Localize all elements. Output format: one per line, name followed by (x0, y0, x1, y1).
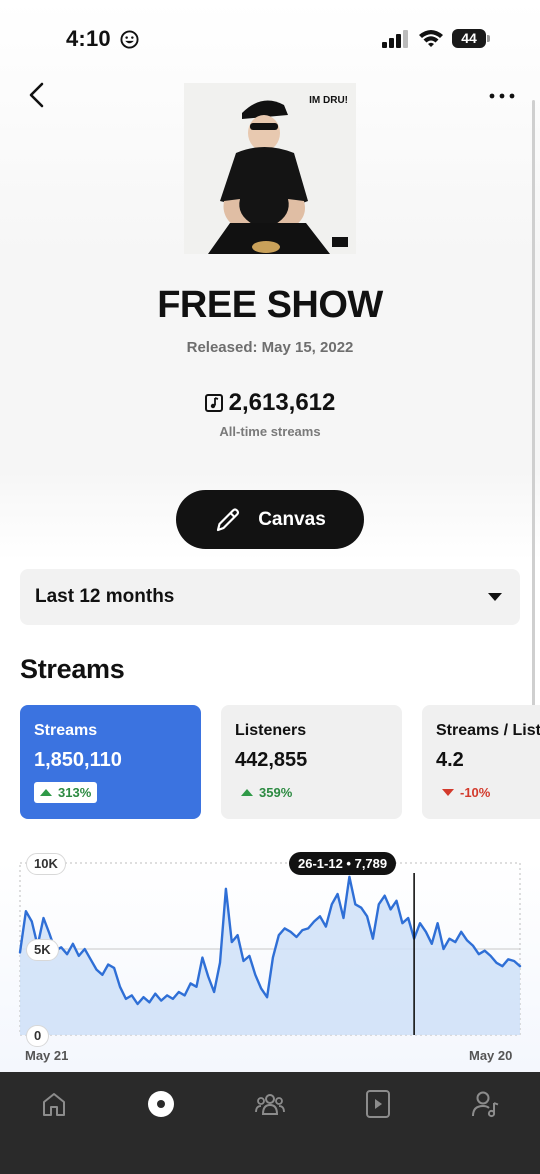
profile-music-icon (472, 1091, 499, 1118)
metric-change-badge: 359% (235, 782, 298, 803)
y-tick-label: 0 (26, 1025, 50, 1047)
metric-value: 442,855 (235, 749, 308, 771)
back-button[interactable] (20, 78, 52, 112)
metric-title: Listeners (235, 722, 307, 739)
chart-tooltip: 26-1-12 • 7,789 (289, 852, 397, 875)
tab-music[interactable] (141, 1086, 181, 1122)
status-bar: 4:10 44 (0, 0, 540, 70)
status-time: 4:10 (66, 26, 111, 51)
song-stats-screen: 4:10 44 IM DRU! FREE SHOW Released: May … (0, 0, 540, 1174)
metric-card-streams[interactable]: Streams 1,850,110 313% (20, 705, 201, 819)
streams-chart[interactable]: 10K 5K 0 May 21 May 20 26-1-12 • 7,789 (0, 845, 540, 1070)
battery-level: 44 (461, 30, 477, 46)
time-range-select[interactable]: Last 12 months (20, 569, 520, 625)
time-range-value: Last 12 months (35, 586, 175, 607)
triangle-up-icon (241, 789, 253, 796)
y-tick-label: 10K (26, 853, 66, 875)
battery-indicator: 44 (452, 29, 490, 49)
more-dots-icon (489, 93, 515, 99)
pencil-icon (217, 507, 240, 531)
bottom-tab-bar (0, 1072, 540, 1174)
triangle-up-icon (40, 789, 52, 796)
x-axis-start-label: May 21 (25, 1048, 69, 1063)
metric-value: 1,850,110 (34, 749, 122, 771)
tab-video[interactable] (358, 1086, 398, 1122)
metric-title: Streams / Listener (436, 722, 540, 739)
more-options-button[interactable] (482, 84, 522, 108)
metric-title: Streams (34, 722, 98, 739)
metric-value: 4.2 (436, 749, 464, 771)
metric-card-listeners[interactable]: Listeners 442,855 359% (221, 705, 402, 819)
smiley-icon (120, 30, 139, 49)
tab-profile[interactable] (466, 1086, 506, 1122)
alltime-streams-value: 2,613,612 (228, 389, 336, 416)
release-date: Released: May 15, 2022 (186, 339, 354, 356)
canvas-button-label: Canvas (258, 508, 326, 530)
album-cover: IM DRU! (184, 83, 356, 254)
metric-change-value: 313% (58, 785, 92, 800)
music-disc-icon (148, 1091, 174, 1117)
streams-area (20, 876, 520, 1035)
wifi-icon (419, 30, 443, 47)
scrollbar[interactable] (532, 100, 535, 740)
tab-audience[interactable] (250, 1086, 290, 1122)
streams-chart-svg (18, 862, 522, 1036)
y-tick-label: 5K (26, 939, 59, 961)
video-play-icon (366, 1090, 390, 1118)
triangle-down-icon (442, 789, 454, 796)
cellular-signal-icon (382, 30, 408, 48)
chevron-left-icon (29, 82, 44, 108)
alltime-streams-label: All-time streams (219, 424, 321, 439)
metric-change-value: -10% (460, 785, 491, 800)
metric-change-value: 359% (259, 785, 293, 800)
parental-advisory-label (332, 237, 348, 247)
song-title: FREE SHOW (157, 284, 383, 326)
audience-icon (255, 1094, 285, 1115)
music-note-icon (204, 394, 223, 412)
tab-home[interactable] (34, 1086, 74, 1122)
chevron-down-icon (488, 593, 502, 601)
battery-tip (487, 35, 490, 42)
section-title: Streams (20, 654, 125, 684)
alltime-streams-row: 2,613,612 (0, 389, 540, 417)
metric-change-badge: 313% (34, 782, 98, 803)
cover-artist-illustration (184, 83, 356, 254)
canvas-button[interactable]: Canvas (176, 490, 364, 549)
cover-title-text: IM DRU! (309, 95, 348, 106)
x-axis-end-label: May 20 (469, 1048, 513, 1063)
metric-change-badge: -10% (436, 782, 496, 803)
home-icon (43, 1093, 65, 1116)
metric-card-streams-per-listener[interactable]: Streams / Listener 4.2 -10% (422, 705, 540, 819)
